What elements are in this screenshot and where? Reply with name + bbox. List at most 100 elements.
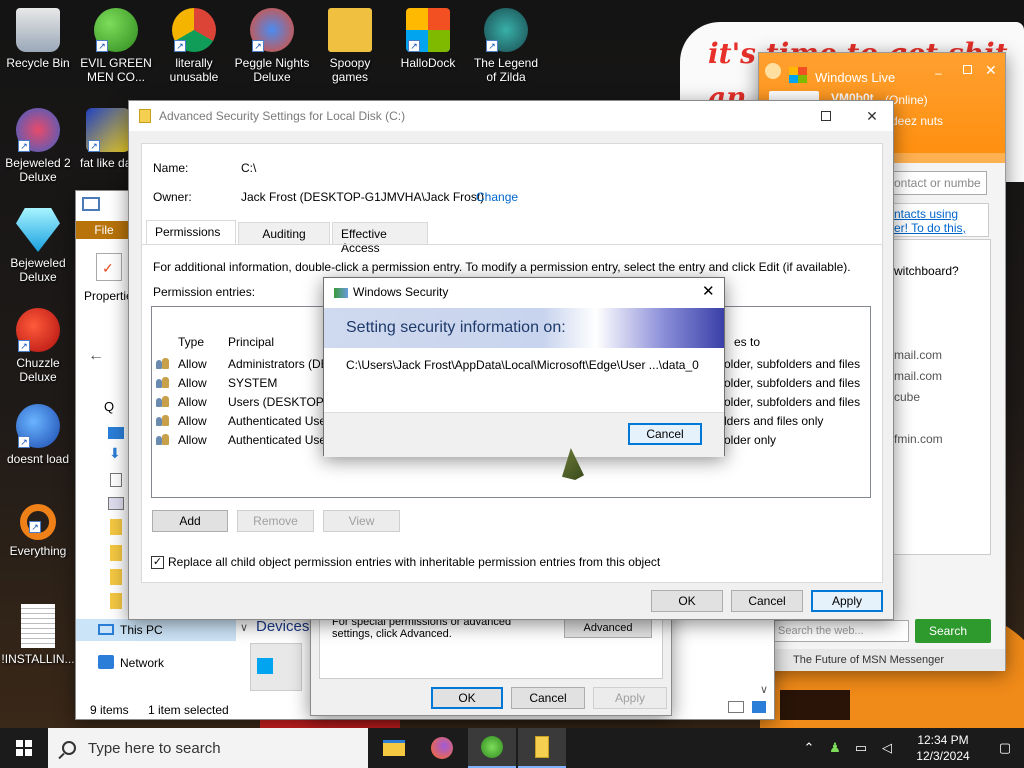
desktop-icon-spoopy-games[interactable]: Spoopy games — [312, 8, 388, 84]
desktop-icon-bejeweled[interactable]: Bejeweled Deluxe — [0, 208, 76, 284]
clock[interactable]: 12:34 PM 12/3/2024 — [908, 732, 978, 764]
messenger-personal-message[interactable]: deez nuts — [891, 114, 943, 128]
replace-checkbox-label[interactable]: Replace all child object permission entr… — [168, 555, 660, 569]
folder-icon[interactable] — [110, 593, 122, 609]
ok-button[interactable]: OK — [651, 590, 723, 612]
back-arrow-icon[interactable]: ← — [88, 347, 104, 365]
desktop-icon-peggle[interactable]: ↗ Peggle Nights Deluxe — [234, 8, 310, 84]
taskbar: Type here to search ⌃ ♟ ▭ ◁ 12:34 PM 12/… — [0, 728, 1024, 768]
advanced-security-titlebar[interactable]: Advanced Security Settings for Local Dis… — [129, 101, 893, 131]
desktop-folder-icon[interactable] — [108, 427, 124, 439]
minimize-icon[interactable]: ‒ — [935, 66, 942, 80]
chrome-icon: ↗ — [172, 8, 216, 52]
contact-item[interactable]: fmin.com — [894, 432, 943, 446]
properties-icon[interactable]: ✓ — [96, 253, 122, 281]
tab-effective-access[interactable]: Effective Access — [332, 222, 428, 255]
tab-permissions[interactable]: Permissions — [146, 220, 236, 244]
security-path: C:\Users\Jack Frost\AppData\Local\Micros… — [346, 358, 699, 372]
tiles-view-icon[interactable] — [752, 701, 766, 713]
messenger-back-icon[interactable] — [765, 63, 781, 79]
taskbar-messenger[interactable] — [468, 728, 516, 768]
desktop-icon-recycle-bin[interactable]: Recycle Bin — [0, 8, 76, 70]
close-icon[interactable]: ✕ — [702, 282, 715, 300]
column-header-principal[interactable]: Principal — [228, 335, 274, 349]
view-button[interactable]: View — [323, 510, 400, 532]
web-search-button[interactable]: Search — [915, 619, 991, 643]
nav-item-this-pc[interactable]: This PC — [76, 619, 236, 641]
taskbar-firefox[interactable] — [418, 728, 466, 768]
scroll-down-icon[interactable]: ∨ — [760, 683, 768, 696]
chevron-up-icon[interactable]: ⌃ — [799, 738, 819, 758]
wallpaper-pumpkin-face — [780, 690, 850, 720]
cancel-button[interactable]: Cancel — [628, 423, 702, 445]
devices-heading[interactable]: Devices — [256, 618, 309, 635]
instructions-text: For additional information, double-click… — [153, 260, 851, 274]
pictures-icon[interactable] — [108, 497, 124, 510]
row-applies: older only — [724, 433, 777, 447]
ok-button[interactable]: OK — [431, 687, 503, 709]
remove-button[interactable]: Remove — [237, 510, 314, 532]
desktop-icon-chuzzle[interactable]: ↗ Chuzzle Deluxe — [0, 308, 76, 384]
row-applies: older, subfolders and files — [724, 376, 861, 390]
messenger-footer: The Future of MSN Messenger — [759, 649, 1005, 671]
owner-label: Owner: — [153, 190, 192, 204]
network-icon[interactable]: ▭ — [851, 738, 871, 758]
security-shield-icon — [334, 288, 348, 298]
add-button[interactable]: Add — [152, 510, 228, 532]
messenger-tray-icon[interactable]: ♟ — [825, 738, 845, 758]
windows-security-dialog[interactable]: Windows Security ✕ Setting security info… — [323, 277, 725, 457]
quick-access-label[interactable]: Q — [104, 399, 114, 414]
advanced-button[interactable]: Advanced — [564, 618, 652, 638]
taskbar-properties[interactable] — [518, 728, 566, 768]
desktop-icon-green-men[interactable]: ↗ EVIL GREEN MEN CO... — [78, 8, 154, 84]
column-header-applies-to[interactable]: es to — [734, 335, 760, 349]
network-icon[interactable] — [98, 655, 114, 669]
cancel-button[interactable]: Cancel — [731, 590, 803, 612]
file-tab[interactable]: File — [76, 221, 132, 239]
desktop-icon-bejeweled2[interactable]: ↗ Bejeweled 2 Deluxe — [0, 108, 76, 184]
desktop-icon-label: Chuzzle Deluxe — [16, 356, 60, 384]
column-header-type[interactable]: Type — [178, 335, 204, 349]
folder-icon[interactable] — [110, 545, 122, 561]
start-button[interactable] — [0, 728, 48, 768]
drive-icon[interactable] — [250, 643, 302, 691]
messenger-link-1[interactable]: ntacts using — [894, 207, 958, 221]
chevron-down-icon[interactable]: ∨ — [240, 621, 248, 634]
folder-icon[interactable] — [110, 569, 122, 585]
volume-icon[interactable]: ◁ — [877, 738, 897, 758]
replace-checkbox[interactable]: ✓ — [151, 556, 164, 569]
desktop-icon-thunderbird[interactable]: ↗ doesnt load — [0, 404, 76, 466]
desktop-icon-installing[interactable]: !INSTALLIN... — [0, 604, 76, 666]
folder-icon[interactable] — [110, 519, 122, 535]
row-applies: lders and files only — [724, 414, 824, 428]
messenger-link-2[interactable]: er! To do this, — [894, 221, 966, 235]
notifications-icon[interactable]: ▢ — [989, 738, 1021, 758]
tab-auditing[interactable]: Auditing — [238, 222, 330, 244]
change-owner-link[interactable]: Change — [476, 190, 518, 204]
contact-item[interactable]: mail.com — [894, 348, 942, 362]
users-icon — [156, 358, 170, 370]
contact-item[interactable]: cube — [894, 390, 920, 404]
nav-label[interactable]: Network — [120, 656, 164, 670]
close-icon[interactable]: ✕ — [985, 62, 997, 79]
contact-item[interactable]: mail.com — [894, 369, 942, 383]
details-view-icon[interactable] — [728, 701, 744, 713]
maximize-icon[interactable] — [803, 101, 849, 131]
taskbar-search[interactable]: Type here to search — [48, 728, 368, 768]
download-icon[interactable]: ⬇ — [109, 445, 121, 462]
document-icon[interactable] — [110, 473, 122, 487]
taskbar-file-explorer[interactable] — [370, 728, 418, 768]
status-items: 9 items — [90, 703, 129, 717]
apply-button[interactable]: Apply — [811, 590, 883, 612]
close-icon[interactable]: ✕ — [849, 101, 895, 131]
desktop-icon-everything[interactable]: ↗ Everything — [0, 504, 76, 558]
entries-label: Permission entries: — [153, 285, 256, 299]
desktop-icon-hallodock[interactable]: ↗ HalloDock — [390, 8, 466, 70]
desktop-icon-zilda[interactable]: ↗ The Legend of Zilda — [468, 8, 544, 84]
cancel-button[interactable]: Cancel — [511, 687, 585, 709]
status-selected: 1 item selected — [148, 703, 229, 717]
maximize-icon[interactable] — [963, 65, 972, 74]
web-search-input[interactable]: Search the web... — [773, 620, 909, 642]
apply-button[interactable]: Apply — [593, 687, 667, 709]
desktop-icon-chrome[interactable]: ↗ literally unusable — [156, 8, 232, 84]
